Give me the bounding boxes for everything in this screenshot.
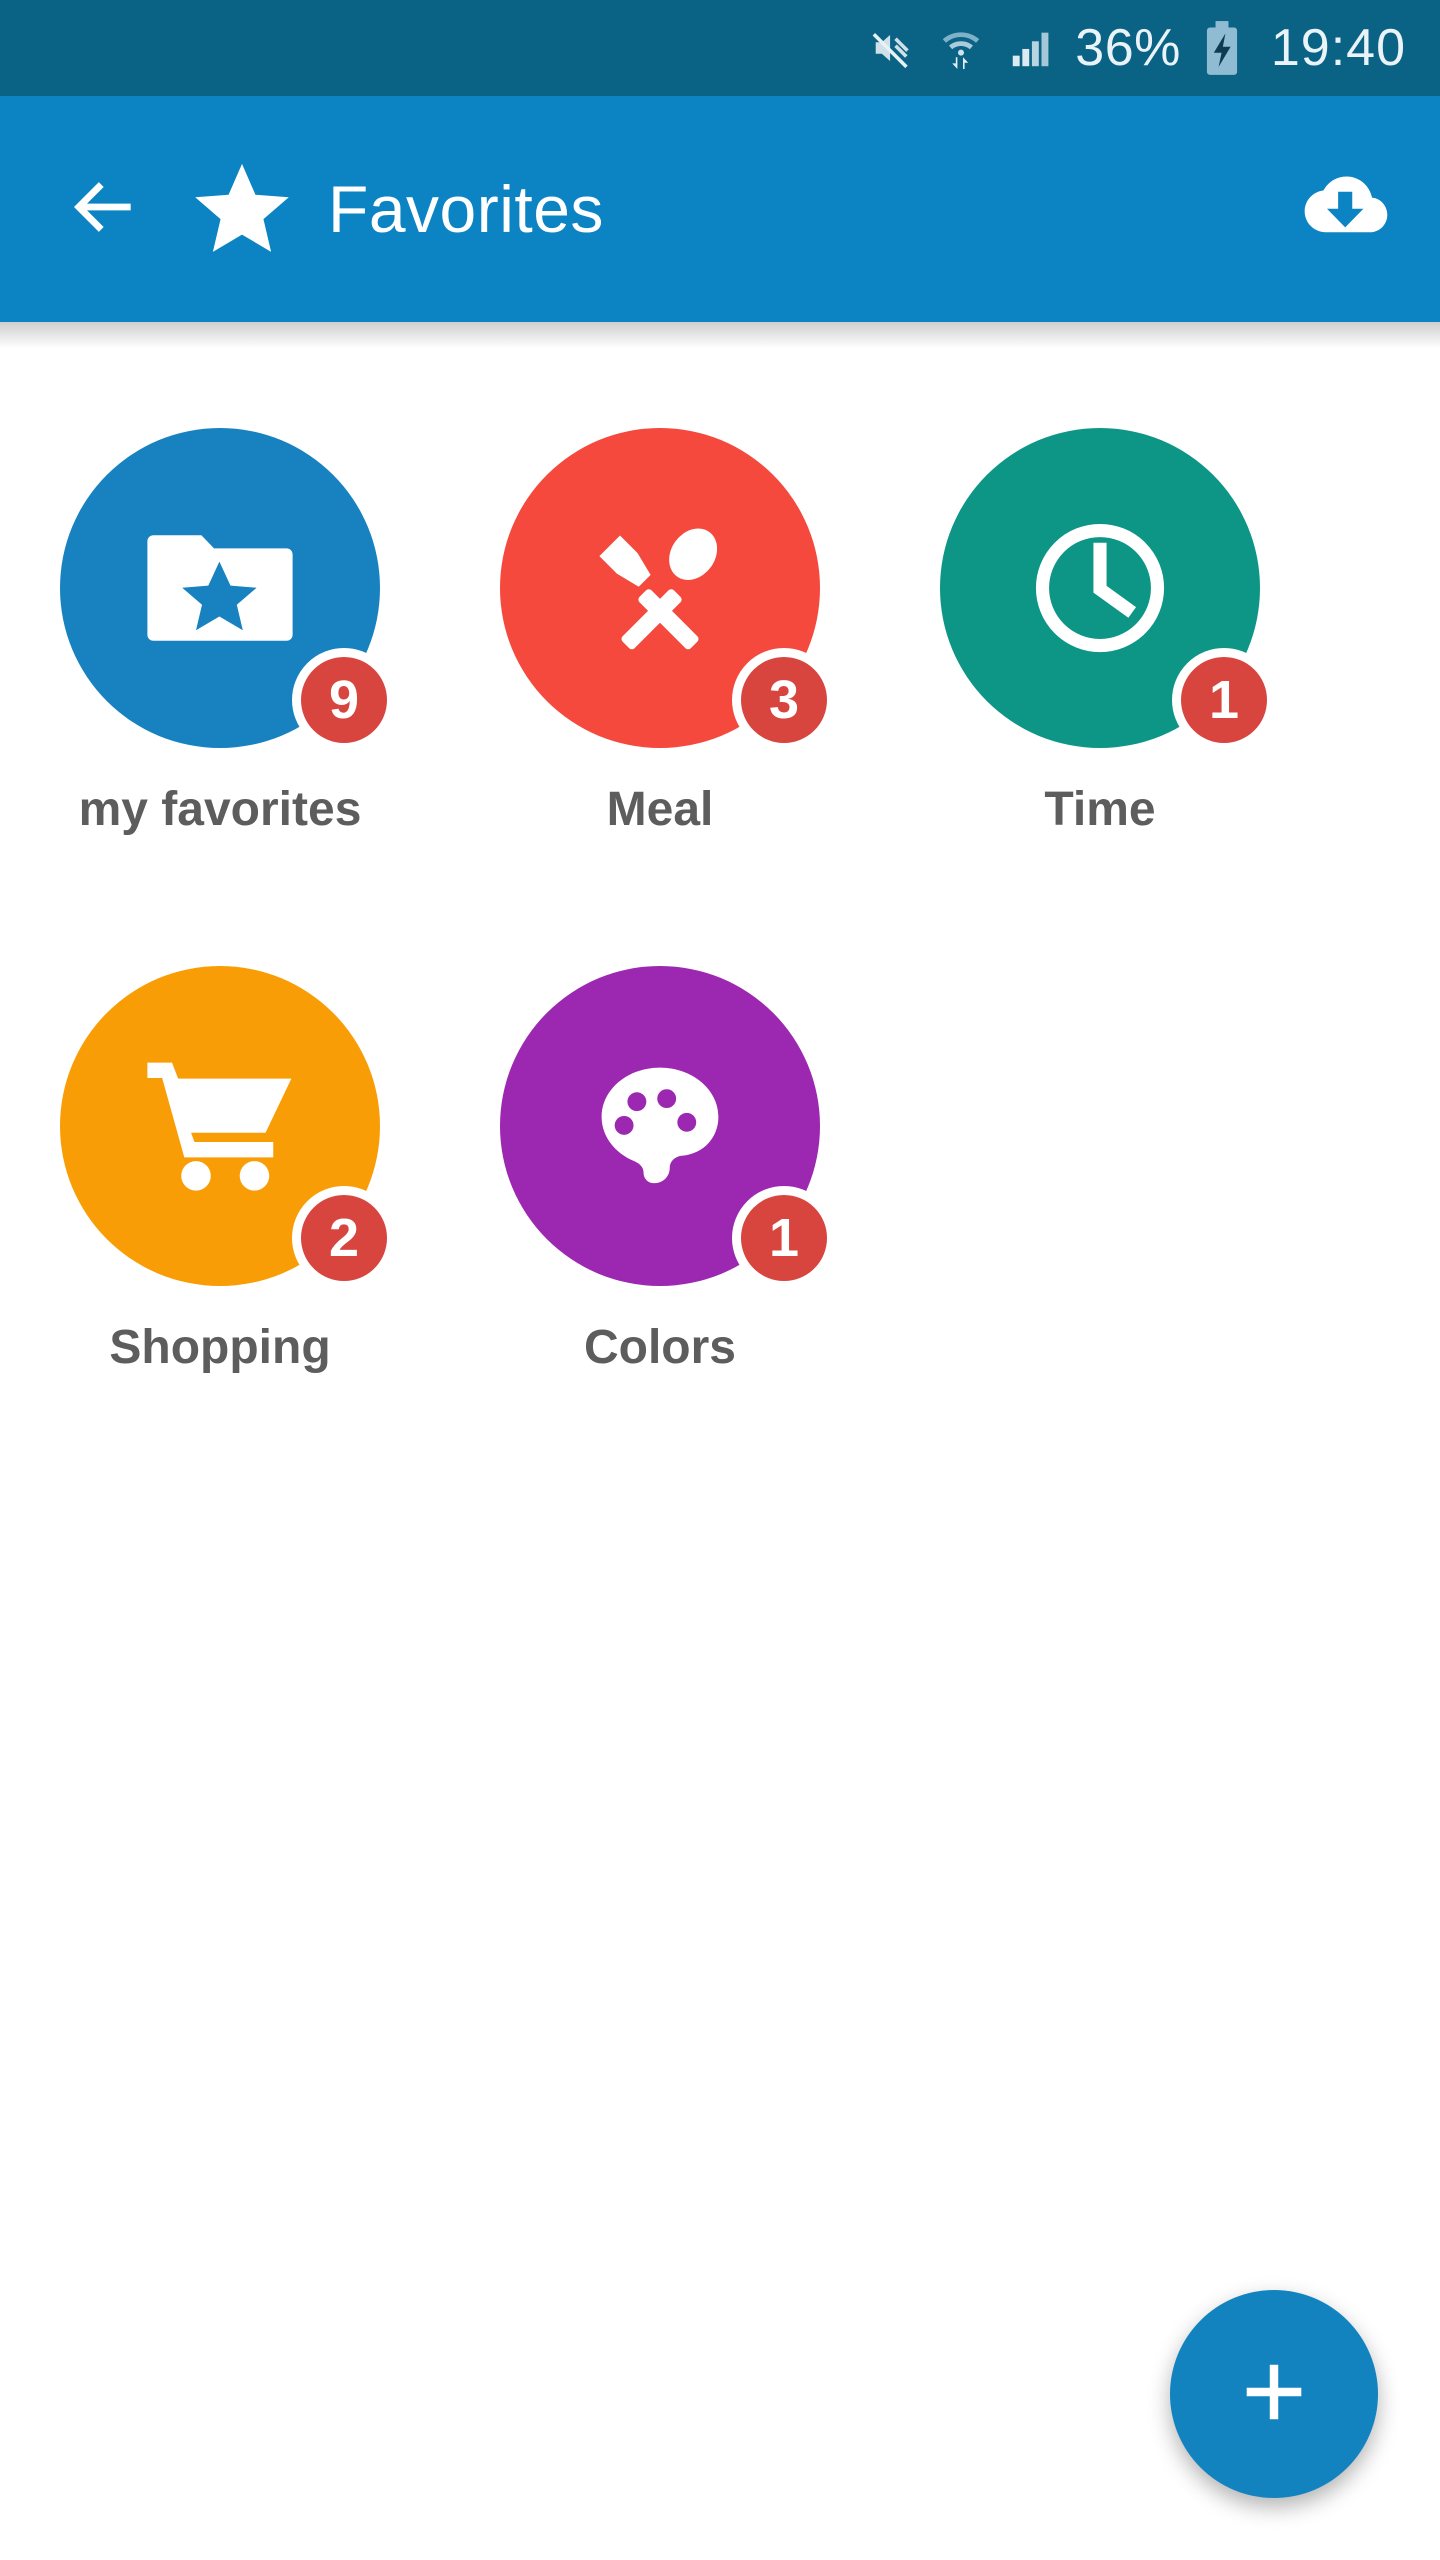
cloud-download-icon bbox=[1298, 169, 1392, 250]
app-bar-shadow bbox=[0, 322, 1440, 348]
grid-item-meal[interactable]: 3 Meal bbox=[440, 400, 880, 938]
back-button[interactable] bbox=[58, 163, 150, 255]
battery-charging-icon bbox=[1203, 20, 1241, 76]
grid-item-colors[interactable]: 1 Colors bbox=[440, 938, 880, 1476]
status-badge: 9 bbox=[292, 648, 396, 752]
grid-item-time[interactable]: 1 Time bbox=[880, 400, 1320, 938]
cloud-download-button[interactable] bbox=[1290, 154, 1400, 264]
grid-item-label: Time bbox=[1044, 783, 1156, 836]
status-bar: 36% 19:40 bbox=[0, 0, 1440, 96]
app-screen: 36% 19:40 Favorites 9 my favorites 3 Mea… bbox=[0, 0, 1440, 2560]
paint-palette-icon bbox=[580, 1046, 740, 1206]
star-icon bbox=[188, 155, 296, 263]
grid-item-disc-wrap: 1 bbox=[500, 966, 836, 1290]
grid-item-empty-slot bbox=[880, 938, 1320, 1476]
folder-star-icon bbox=[140, 508, 300, 668]
status-badge: 1 bbox=[732, 1186, 836, 1290]
add-favorite-fab[interactable] bbox=[1170, 2290, 1378, 2498]
grid-item-disc-wrap: 9 bbox=[60, 428, 396, 752]
grid-item-label: Meal bbox=[606, 783, 714, 836]
grid-item-shopping[interactable]: 2 Shopping bbox=[0, 938, 440, 1476]
clock-icon bbox=[1020, 508, 1180, 668]
mute-icon bbox=[869, 25, 915, 71]
grid-item-my-favorites[interactable]: 9 my favorites bbox=[0, 400, 440, 938]
cellular-signal-icon bbox=[1007, 25, 1053, 71]
status-clock: 19:40 bbox=[1270, 19, 1406, 77]
battery-percent: 36% bbox=[1075, 19, 1181, 77]
status-badge: 1 bbox=[1172, 648, 1276, 752]
favorites-grid: 9 my favorites 3 Meal 1 Time 2 Shopping … bbox=[0, 348, 1440, 1476]
plus-icon bbox=[1235, 2353, 1313, 2436]
shopping-cart-icon bbox=[140, 1046, 300, 1206]
grid-item-label: Colors bbox=[583, 1321, 736, 1374]
knife-spoon-icon bbox=[580, 508, 740, 668]
grid-item-disc-wrap: 3 bbox=[500, 428, 836, 752]
wifi-transfer-icon bbox=[937, 24, 985, 72]
grid-item-label: Shopping bbox=[109, 1321, 331, 1374]
status-badge: 3 bbox=[732, 648, 836, 752]
page-title: Favorites bbox=[328, 172, 604, 246]
grid-item-label: my favorites bbox=[78, 783, 362, 836]
status-badge: 2 bbox=[292, 1186, 396, 1290]
grid-item-disc-wrap: 2 bbox=[60, 966, 396, 1290]
back-arrow-icon bbox=[64, 167, 144, 252]
grid-item-disc-wrap: 1 bbox=[940, 428, 1276, 752]
app-bar: Favorites bbox=[0, 96, 1440, 322]
